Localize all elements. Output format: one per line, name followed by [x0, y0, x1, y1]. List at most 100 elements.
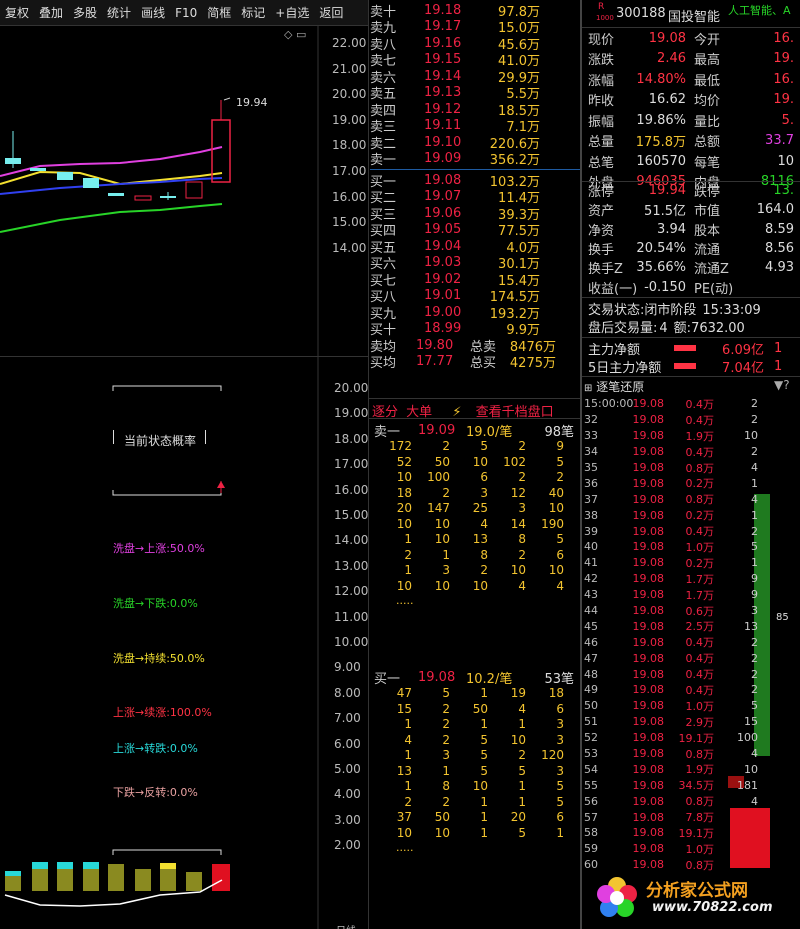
filter-icon[interactable]: ▼?: [774, 378, 790, 392]
queue-cell: 8: [442, 779, 450, 793]
queue-cell: 2: [556, 470, 564, 484]
queue-cell: 10: [396, 825, 412, 840]
bids-row: 买一 19.08 103.2万: [370, 172, 540, 190]
queue-cell: 1: [404, 717, 412, 731]
trade-row: 37 19.08 0.8万 4: [584, 492, 758, 507]
quote-row: 涨跌 2.46 最高 19.: [588, 51, 794, 69]
quote-row: 昨收 16.62 均价 19.: [588, 92, 794, 110]
sell-queue: 卖一 19.09 19.0/笔 98笔 172 2 5 2 9 52 50 10 102 5 10 1…: [374, 422, 574, 608]
queue-cell: 5: [556, 794, 564, 809]
probability-panel[interactable]: 当前状态概率 洗盘→上涨:50.0% 洗盘→下跌:0.0% 洗盘→持续:50.0% 上…: [0, 357, 368, 929]
trades-list[interactable]: 15:00:00 19.08 0.4万 2 32 19.08 0.4万 2 33 19.08 1.9…: [584, 396, 774, 873]
prob-title: 当前状态概率: [124, 434, 197, 448]
trade-row: 45 19.08 2.5万 13: [584, 619, 758, 634]
toolbar-button[interactable]: 返回: [314, 4, 348, 21]
trade-row: 48 19.08 0.4万 2: [584, 667, 758, 682]
quote-row: 总量 175.8万 总额 33.7: [588, 133, 794, 151]
chevron-icon[interactable]: ⊞: [584, 383, 592, 394]
queue-cell: 19: [510, 686, 526, 700]
queue-cell: 10: [472, 578, 488, 593]
queue-cell: 147: [427, 501, 450, 515]
trade-row: 53 19.08 0.8万 4: [584, 747, 758, 761]
trade-row: 55 19.08 34.5万 181: [584, 778, 758, 793]
queue-cell: 172: [389, 439, 412, 453]
trade-row: 58 19.08 19.1万: [584, 826, 714, 840]
trade-row: 44 19.08 0.6万 3: [584, 604, 758, 618]
prob-item: 洗盘→持续:50.0%: [113, 652, 205, 665]
queue-cell: 2: [404, 547, 412, 562]
asks-row: 卖四 19.12 18.5万: [370, 101, 540, 119]
chart-toolbar: 复权 叠加 多股 统计 画线 F10 简框 标记 +自选 返回: [0, 0, 368, 26]
queue-cell: 1: [404, 748, 412, 762]
queue-cell: 5: [556, 532, 564, 546]
buy-queue: 买一 19.08 10.2/笔 53笔 47 5 1 19 18 15 2 50 4 6 1 2 1 1 3…: [374, 669, 574, 855]
queue-cell: 2: [442, 732, 450, 747]
trades-title: 逐笔还原: [596, 380, 645, 394]
flower-logo-icon: [597, 877, 637, 917]
prob-tick: 20.00: [334, 381, 369, 395]
watermark-logo: 分析家公式网 www.70822.com: [590, 870, 790, 926]
prob-item: 上涨→续涨:100.0%: [113, 706, 212, 719]
quote-row: 净资 3.94 股本 8.59: [588, 221, 794, 239]
queue-cell: 2: [518, 748, 526, 762]
queue-cell: 3: [480, 485, 488, 500]
queue-cell: 1: [518, 779, 526, 793]
prob-item: 上涨→转跌:0.0%: [113, 742, 198, 755]
kline-svg: [0, 26, 319, 356]
queue-cell: 9: [556, 439, 564, 453]
queue-cell: 5: [480, 732, 488, 747]
trade-row: 33 19.08 1.9万 10: [584, 429, 758, 443]
sector-tag[interactable]: 人工智能、A: [728, 2, 798, 18]
queue-cell: 10: [472, 454, 488, 469]
toolbar-button[interactable]: 复权: [0, 4, 34, 21]
toolbar-button[interactable]: 画线: [136, 4, 170, 21]
trades-bar-label: 85: [776, 612, 789, 623]
queue-cell: 10: [510, 732, 526, 747]
queue-cell: 1: [404, 532, 412, 546]
bids-row: 买六 19.03 30.1万: [370, 255, 540, 273]
asks-row: 卖五 19.13 5.5万: [370, 85, 540, 103]
toolbar-button[interactable]: 标记: [236, 4, 270, 21]
toolbar-button[interactable]: 简框: [202, 4, 236, 21]
toolbar-button[interactable]: +自选: [270, 4, 314, 21]
queue-cell: 2: [442, 485, 450, 500]
queue-cell: 10: [434, 532, 450, 546]
queue-cell: 1: [518, 717, 526, 731]
kline-chart[interactable]: 19.94 ◇ ▭ 22.00 21.00 20.00 19.00 18.00 17.00…: [0, 26, 368, 356]
queue-cell: 5: [518, 825, 526, 840]
queue-cell: 18: [396, 485, 412, 500]
queue-cell: 13: [472, 532, 488, 546]
toolbar-button[interactable]: F10: [170, 6, 202, 20]
queue-cell: 3: [556, 717, 564, 731]
queue-cell: 2: [442, 439, 450, 453]
trade-row: 39 19.08 0.4万 2: [584, 524, 758, 539]
queue-cell: 5: [556, 779, 564, 793]
trade-row: 59 19.08 1.0万: [584, 842, 714, 856]
stock-name: 国投智能: [668, 10, 721, 25]
prob-tick: 10.00: [334, 635, 369, 649]
queue-cell: 3: [442, 748, 450, 762]
toolbar-button[interactable]: 多股: [68, 4, 102, 21]
queue-cell: 5: [556, 454, 564, 469]
toolbar-button[interactable]: 统计: [102, 4, 136, 21]
order-book: 卖十 19.18 97.8万 卖九 19.17 15.0万 卖八 19.16 45.6万 卖七 19…: [370, 2, 580, 371]
bids-row: 买十 18.99 9.9万: [370, 321, 540, 339]
quote-row: 涨幅 14.80% 最低 16.: [588, 71, 794, 89]
queue-cell: 2: [480, 563, 488, 577]
queue-cell: 5: [442, 686, 450, 700]
flow-row: 5日主力净额 7.04亿 1: [588, 358, 783, 376]
bids-row: 买七 19.02 15.4万: [370, 271, 540, 289]
trade-status: 交易状态:闭市阶段 15:33:09 盘后交易量: 4 额:7632.00: [588, 303, 761, 336]
queue-cell: 10: [548, 501, 564, 515]
queue-cell: 20: [510, 810, 526, 824]
watermark-title: 分析家公式网: [646, 881, 748, 901]
queue-cell: 10: [434, 516, 450, 531]
queue-cell: 1: [480, 825, 488, 840]
kline-top-icons[interactable]: ◇ ▭: [284, 28, 306, 41]
queue-cell: 2: [404, 794, 412, 809]
queue-cell: 2: [442, 794, 450, 809]
bids-row: 买八 19.01 174.5万: [370, 288, 540, 306]
queue-cell: 3: [442, 563, 450, 577]
toolbar-button[interactable]: 叠加: [34, 4, 68, 21]
queue-cell: 2: [442, 717, 450, 731]
